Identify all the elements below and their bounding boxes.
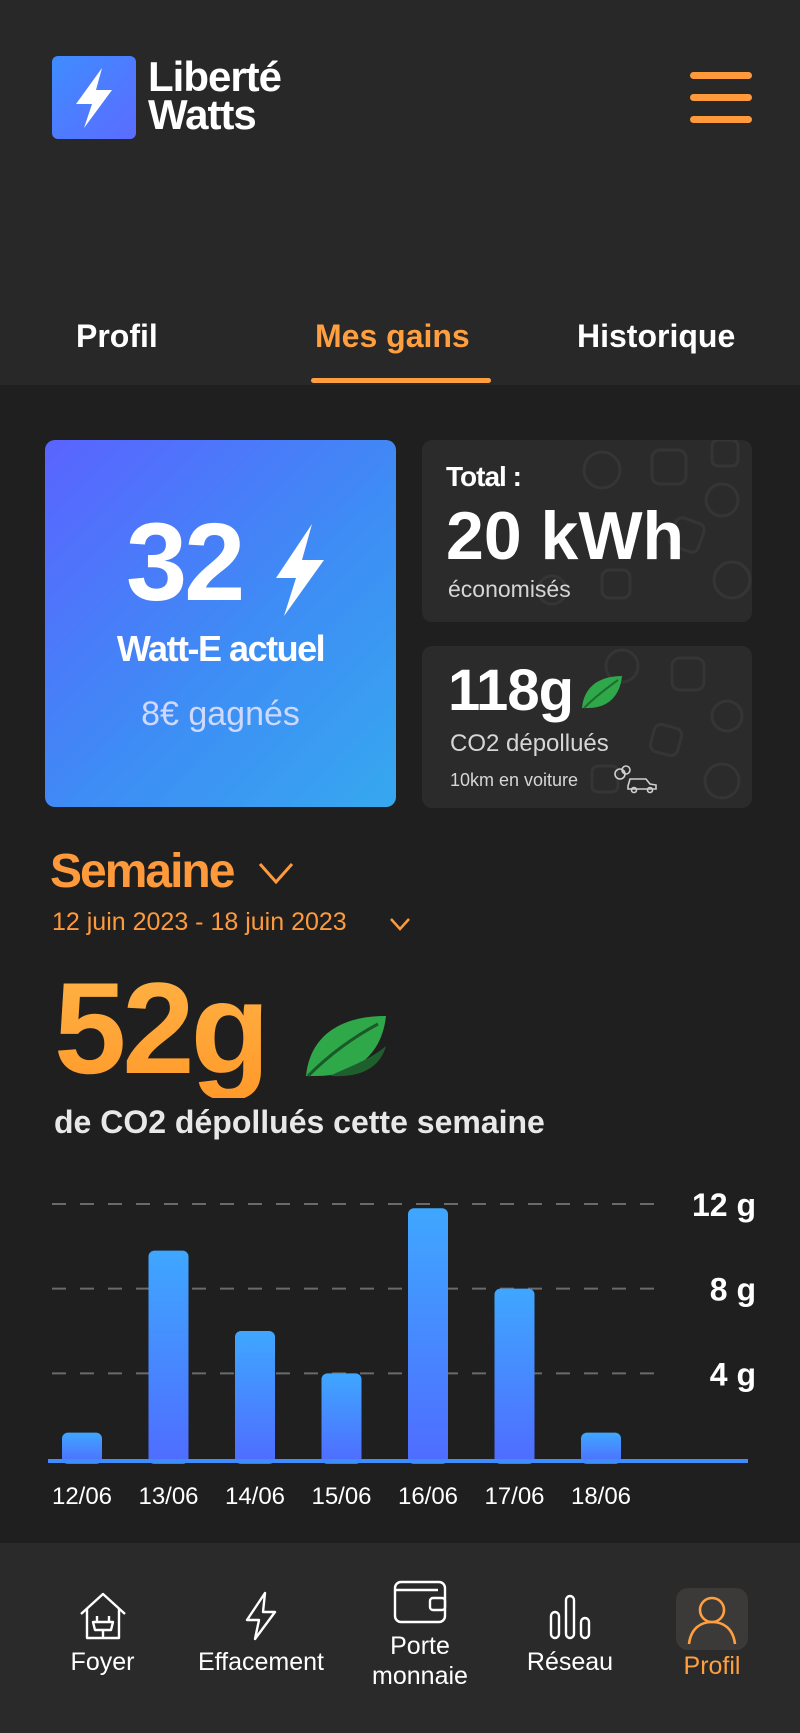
- x-tick-label: 17/06: [484, 1483, 544, 1510]
- x-tick-label: 16/06: [398, 1483, 458, 1510]
- wallet-icon: [393, 1580, 447, 1624]
- house-plug-icon: [79, 1592, 126, 1640]
- period-selector[interactable]: Semaine: [50, 844, 235, 899]
- watt-e-label: Watt-E actuel: [116, 628, 326, 669]
- week-co2-sub: de CO2 dépollués cette semaine: [54, 1104, 545, 1140]
- x-tick-label: 13/06: [138, 1483, 198, 1510]
- leaf-icon: [306, 1016, 386, 1078]
- nav-effacement[interactable]: Effacement: [186, 1590, 336, 1677]
- y-tick-label: 12 g: [692, 1187, 756, 1223]
- brand-name: Liberté Watts: [148, 56, 282, 138]
- chart-bar-15-06[interactable]: [321, 1373, 362, 1464]
- nav-foyer[interactable]: Foyer: [50, 1590, 155, 1677]
- chevron-down-icon[interactable]: [388, 915, 412, 933]
- watt-e-value: 32: [126, 501, 245, 624]
- car-smoke-icon: [614, 765, 657, 794]
- nav-porte-monnaie[interactable]: Porte monnaie: [358, 1576, 482, 1691]
- tab-mes-gains[interactable]: Mes gains: [315, 318, 470, 355]
- chart-bar-14-06[interactable]: [235, 1331, 275, 1464]
- nav-label: Porte monnaie: [372, 1632, 468, 1690]
- user-icon: [687, 1596, 737, 1645]
- nav-label: Profil: [683, 1652, 741, 1680]
- x-tick-label: 12/06: [52, 1483, 112, 1510]
- hamburger-menu-icon[interactable]: [690, 72, 752, 124]
- brand-logo: [52, 56, 136, 139]
- date-range-selector[interactable]: 12 juin 2023 - 18 juin 2023: [52, 908, 347, 937]
- co2-sub: CO2 dépollués: [450, 730, 609, 757]
- earned-amount: 8€ gagnés: [141, 695, 300, 733]
- weekly-co2-bar-chart: 4 g 8 g 12 g 12/06 13/06 14/06 15/06 16/06 17/06…: [48, 1187, 756, 1510]
- tab-historique[interactable]: Historique: [577, 318, 735, 355]
- total-sub: économisés: [448, 576, 571, 602]
- x-tick-label: 15/06: [311, 1483, 371, 1510]
- chart-bar-16-06[interactable]: [408, 1208, 448, 1464]
- leaf-icon: [582, 676, 622, 709]
- lightning-icon: [276, 524, 324, 616]
- co2-value: 118g: [448, 658, 574, 723]
- bars-icon: [549, 1594, 591, 1640]
- brand-line2: Watts: [148, 91, 257, 138]
- chart-bar-17-06[interactable]: [494, 1288, 535, 1464]
- nav-reseau[interactable]: Réseau: [515, 1590, 625, 1677]
- y-tick-label: 4 g: [710, 1356, 756, 1392]
- tab-profil[interactable]: Profil: [76, 318, 158, 355]
- total-value: 20 kWh: [446, 498, 685, 574]
- lightning-logo-icon: [76, 68, 112, 128]
- nav-profil[interactable]: Profil: [662, 1592, 762, 1681]
- total-label: Total :: [446, 461, 522, 492]
- co2-equivalent: 10km en voiture: [450, 770, 579, 790]
- x-tick-label: 18/06: [571, 1483, 631, 1510]
- y-tick-label: 8 g: [710, 1272, 756, 1308]
- nav-label: Effacement: [197, 1648, 324, 1676]
- tab-active-indicator: [311, 378, 491, 383]
- chevron-down-icon[interactable]: [256, 858, 296, 888]
- chart-bar-13-06[interactable]: [148, 1250, 189, 1464]
- nav-label: Foyer: [70, 1648, 135, 1676]
- week-co2-value: 52g: [54, 955, 270, 1101]
- nav-label: Réseau: [526, 1648, 614, 1676]
- lightning-icon: [245, 1591, 277, 1641]
- x-tick-label: 14/06: [225, 1483, 285, 1510]
